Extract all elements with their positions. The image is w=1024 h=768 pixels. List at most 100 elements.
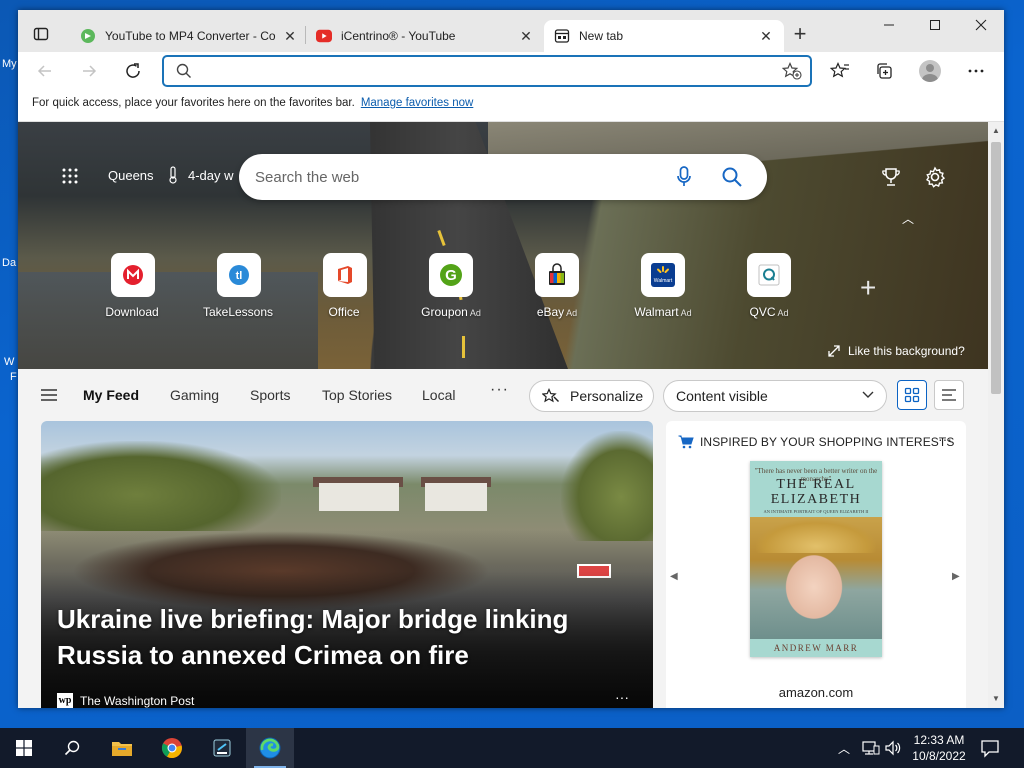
refresh-icon [126,63,140,78]
tab-actions-button[interactable] [24,19,58,49]
taskbar: ︿ 12:33 AM 10/8/2022 [0,728,1024,768]
new-tab-button[interactable]: + [786,22,814,50]
microphone-icon[interactable] [677,166,691,188]
web-search-box[interactable] [239,154,767,200]
taskbar-app-installer[interactable] [198,728,246,768]
svg-text:Walmart: Walmart [654,278,673,284]
shopping-source[interactable]: amazon.com [666,685,966,700]
news-image-house [319,483,399,511]
feed-more-button[interactable]: ··· [490,381,509,399]
page-scrollbar[interactable]: ▲ ▼ [988,122,1004,708]
content-visibility-dropdown[interactable]: Content visible [663,380,887,412]
scrollbar-thumb[interactable] [991,142,1001,394]
apps-launcher-button[interactable] [62,168,78,187]
browser-window: YouTube to MP4 Converter - Conv ✕ iCentr… [18,10,1004,708]
content-visibility-value: Content visible [676,388,768,404]
address-input[interactable] [202,61,762,81]
desktop-icon-label-f[interactable]: F [10,371,17,383]
tab-youtube-converter[interactable]: YouTube to MP4 Converter - Conv ✕ [70,20,308,52]
volume-icon[interactable] [884,740,902,759]
personalize-button[interactable]: Personalize [529,380,654,412]
collapse-quick-links-button[interactable]: ︿ [902,210,914,227]
converter-favicon-icon [80,28,96,44]
news-more-options-button[interactable]: ··· [615,689,629,705]
desktop-icon-label-my[interactable]: My [2,58,17,70]
grid-layout-button[interactable] [897,380,927,410]
youtube-favicon-icon [316,28,332,44]
top-news-card[interactable]: Ukraine live briefing: Major bridge link… [41,421,653,708]
tab-icentrino-youtube[interactable]: iCentrino® - YouTube ✕ [306,20,544,52]
list-layout-button[interactable] [934,380,964,410]
shopping-more-options-button[interactable]: ··· [938,431,952,447]
shopping-card[interactable]: INSPIRED BY YOUR SHOPPING INTERESTS ··· … [666,421,966,708]
taskbar-search-button[interactable] [48,728,96,768]
carousel-prev-button[interactable]: ◀ [670,571,678,582]
feed-tab-my-feed[interactable]: My Feed [83,387,139,403]
tab-close-button[interactable]: ✕ [758,28,774,45]
quick-link-download[interactable]: Download [93,253,173,319]
tab-close-button[interactable]: ✕ [282,28,298,45]
feed-tab-gaming[interactable]: Gaming [170,387,219,403]
manage-favorites-link[interactable]: Manage favorites now [361,97,474,109]
feed-menu-button[interactable] [40,389,58,404]
feed-tab-sports[interactable]: Sports [250,387,290,403]
grid-layout-icon [904,387,920,403]
chrome-icon [161,738,182,758]
tile-label: Groupon [421,305,468,319]
notification-icon [981,740,999,758]
settings-and-more-button[interactable] [960,56,992,86]
taskbar-edge[interactable] [246,728,294,768]
back-button[interactable] [30,56,60,86]
taskbar-file-explorer[interactable] [98,728,146,768]
quick-link-office[interactable]: Office [305,253,385,319]
address-bar[interactable] [162,55,812,87]
quick-link-takelessons[interactable]: tl TakeLessons [199,253,279,319]
profile-button[interactable] [914,56,946,86]
show-hidden-icons-button[interactable]: ︿ [838,740,850,757]
page-settings-button[interactable] [924,166,946,191]
feed-tab-local[interactable]: Local [422,387,455,403]
app-installer-icon [213,739,231,757]
quick-link-qvc[interactable]: QVC Ad [729,253,809,319]
quick-link-walmart[interactable]: Walmart Walmart Ad [623,253,703,319]
rewards-button[interactable] [880,166,902,191]
favorites-button[interactable] [824,56,856,86]
desktop-icon-label-da[interactable]: Da [2,257,16,269]
maximize-button[interactable] [912,10,958,40]
tab-strip: YouTube to MP4 Converter - Conv ✕ iCentr… [18,10,1004,52]
avatar [919,60,941,82]
taskbar-clock[interactable]: 12:33 AM 10/8/2022 [904,732,974,764]
refresh-button[interactable] [118,56,148,86]
search-submit-icon[interactable] [721,166,743,188]
tab-close-button[interactable]: ✕ [518,28,534,45]
chevron-down-icon [862,391,874,398]
scroll-up-arrow-icon[interactable]: ▲ [991,126,1001,135]
groupon-tile-icon: G [429,253,473,297]
collections-icon [877,63,892,79]
carousel-next-button[interactable]: ▶ [952,571,960,582]
add-favorite-icon[interactable] [782,62,802,80]
start-button[interactable] [0,728,48,768]
feed-tab-top-stories[interactable]: Top Stories [322,387,392,403]
clock-date: 10/8/2022 [912,749,966,763]
web-search-input[interactable] [255,167,655,187]
close-window-button[interactable] [958,10,1004,40]
taskbar-chrome[interactable] [148,728,196,768]
tab-new-tab[interactable]: New tab ✕ [544,20,784,52]
book-cover-image[interactable]: "There has never been a better writer on… [750,461,882,657]
scroll-down-arrow-icon[interactable]: ▼ [991,694,1001,703]
forward-button[interactable] [74,56,104,86]
action-center-button[interactable] [980,738,1000,761]
quick-link-groupon[interactable]: G Groupon Ad [411,253,491,319]
tile-label: QVC [749,305,776,319]
quick-link-ebay[interactable]: eBay Ad [517,253,597,319]
collections-button[interactable] [868,56,900,86]
minimize-button[interactable] [866,10,912,40]
desktop-icon-label-w[interactable]: W [4,356,14,368]
weather-location[interactable]: Queens [108,168,154,183]
like-background-button[interactable]: Like this background? [828,344,965,358]
network-icon[interactable] [862,740,880,759]
add-quick-link-button[interactable]: + [860,272,876,304]
weather-forecast-link[interactable]: 4-day w [188,168,234,183]
news-headline[interactable]: Ukraine live briefing: Major bridge link… [57,601,637,673]
